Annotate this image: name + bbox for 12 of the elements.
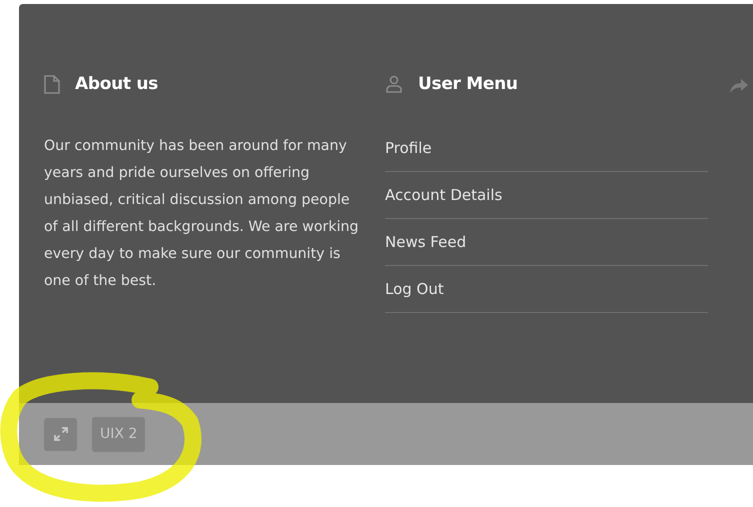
about-paragraph: Our community has been around for many years and pride ourselves on offering unbiased, critical discussion among people of all different backgrounds. We are working every day to make sure our community is one of the best.: [44, 137, 360, 291]
menu-link[interactable]: Log Out: [385, 266, 708, 313]
expand-button[interactable]: [44, 418, 77, 450]
section-title: About us: [75, 74, 158, 94]
user-icon: [385, 75, 403, 93]
document-icon: [44, 74, 60, 94]
menu-link[interactable]: News Feed: [385, 219, 708, 266]
menu-link[interactable]: Account Details: [385, 172, 708, 219]
section-title: User Menu: [418, 74, 518, 94]
menu-link[interactable]: Profile: [385, 125, 708, 172]
share-icon[interactable]: [730, 79, 748, 93]
expand-icon: [54, 427, 68, 441]
